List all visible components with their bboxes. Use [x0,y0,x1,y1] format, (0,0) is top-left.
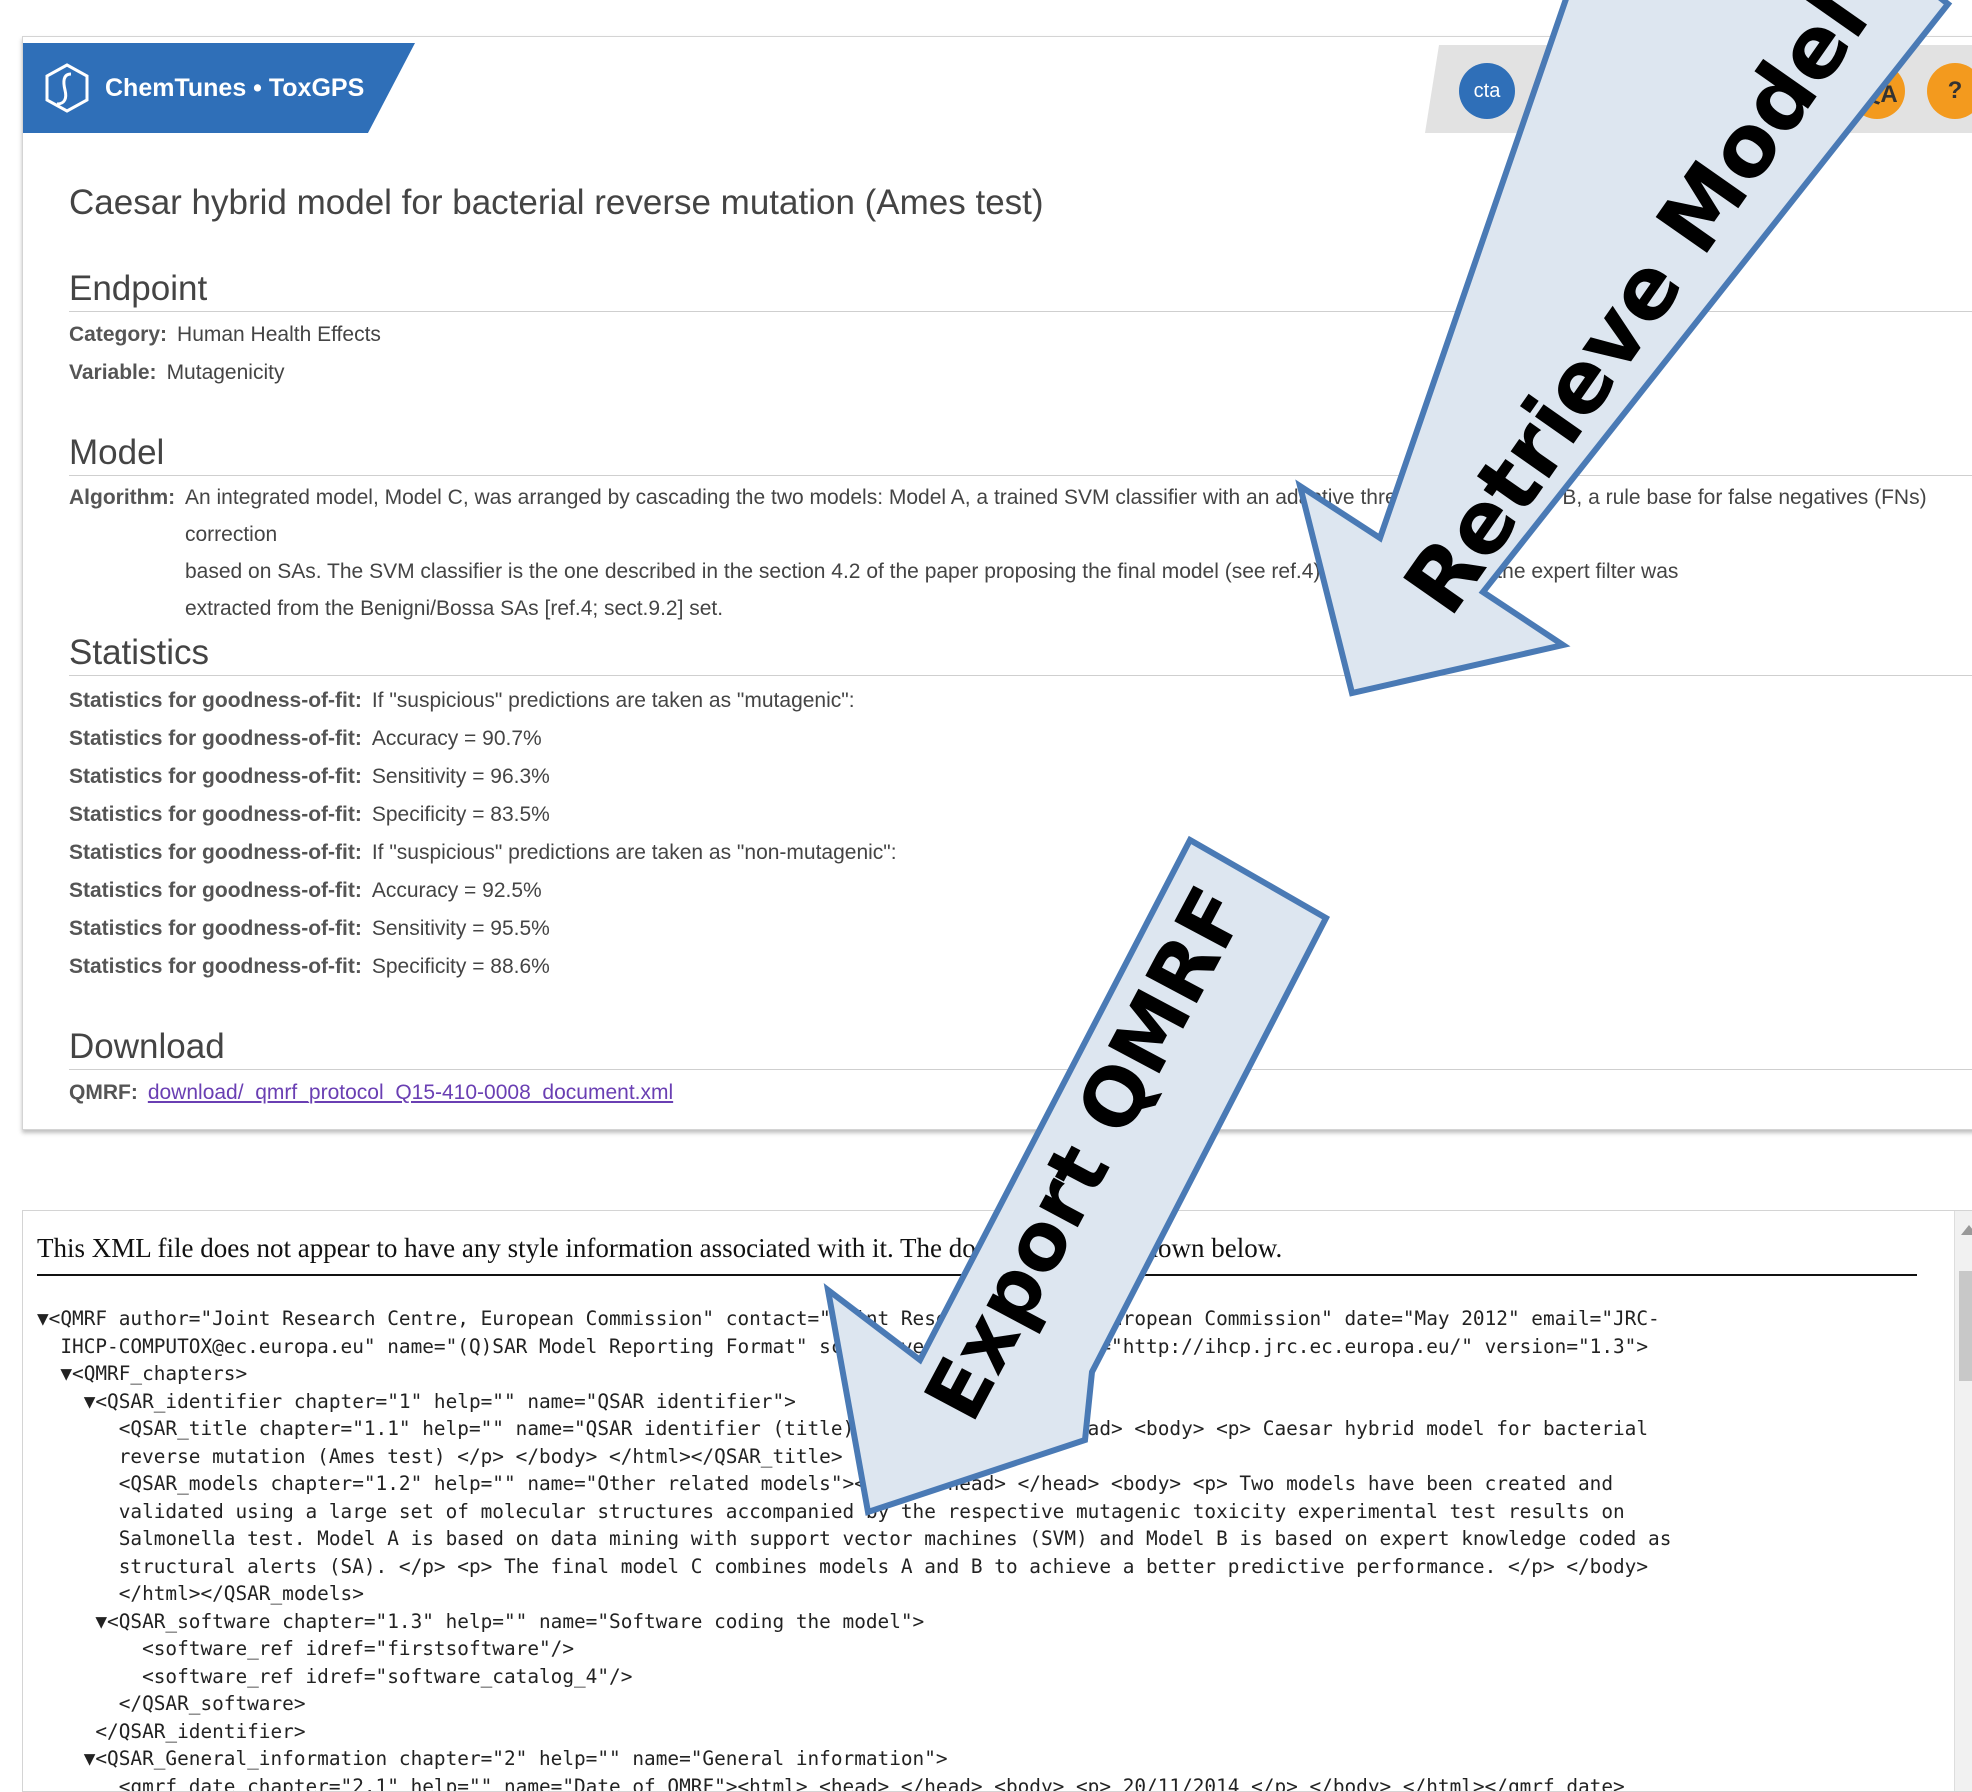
xml-line: <QSAR_title chapter="1.1" help="" name="… [37,1415,1937,1443]
xml-line[interactable]: ▼<QMRF author="Joint Research Centre, Eu… [37,1305,1937,1333]
statistics-heading: Statistics [69,633,1972,676]
category-field: Category: Human Health Effects [69,323,381,347]
stat-value: If "suspicious" predictions are taken as… [372,689,855,712]
xml-line: </QSAR_identifier> [37,1718,1937,1746]
stat-label: Statistics for goodness-of-fit: [69,917,362,940]
algorithm-line: An integrated model, Model C, was arrang… [185,479,1945,553]
xml-line: </html></QSAR_models> [37,1580,1937,1608]
stat-label: Statistics for goodness-of-fit: [69,955,362,978]
stat-row: Statistics for goodness-of-fit: If "suspi… [69,841,897,865]
model-heading: Model [69,433,1972,476]
stat-row: Statistics for goodness-of-fit: Sensitivi… [69,765,550,789]
xml-line[interactable]: ▼<QSAR_General_information chapter="2" h… [37,1745,1937,1773]
xml-line: </QSAR_software> [37,1690,1937,1718]
stat-value: Sensitivity = 96.3% [372,765,550,788]
xml-line: <QSAR_models chapter="1.2" help="" name=… [37,1470,1937,1498]
xml-line: reverse mutation (Ames test) </p> </body… [37,1443,1937,1471]
brand-title: ChemTunes • ToxGPS [105,74,364,103]
xml-line: <qmrf_date chapter="2.1" help="" name="D… [37,1773,1937,1792]
xml-line: <software_ref idref="software_catalog_4"… [37,1663,1937,1691]
xml-line: <software_ref idref="firstsoftware"/> [37,1635,1937,1663]
stat-value: If "suspicious" predictions are taken as… [372,841,897,864]
variable-field: Variable: Mutagenicity [69,361,284,385]
stat-value: Accuracy = 90.7% [372,727,542,750]
stat-value: Accuracy = 92.5% [372,879,542,902]
brand-banner[interactable]: ChemTunes • ToxGPS [23,43,415,133]
category-label: Category: [69,323,167,346]
xml-line: validated using a large set of molecular… [37,1498,1937,1526]
variable-value: Mutagenicity [167,361,285,384]
stat-value: Sensitivity = 95.5% [372,917,550,940]
stat-value: Specificity = 88.6% [372,955,550,978]
page-title: Caesar hybrid model for bacterial revers… [69,183,1044,223]
variable-label: Variable: [69,361,157,384]
stat-label: Statistics for goodness-of-fit: [69,841,362,864]
stat-row: Statistics for goodness-of-fit: Specifici… [69,803,550,827]
stat-label: Statistics for goodness-of-fit: [69,803,362,826]
stat-row: Statistics for goodness-of-fit: If "suspi… [69,689,855,713]
stat-label: Statistics for goodness-of-fit: [69,727,362,750]
xml-line[interactable]: ▼<QSAR_software chapter="1.3" help="" na… [37,1608,1937,1636]
algorithm-label: Algorithm: [69,479,175,516]
qmrf-download-link[interactable]: download/_qmrf_protocol_Q15-410-0008_doc… [148,1081,673,1104]
xml-line[interactable]: ▼<QMRF_chapters> [37,1360,1937,1388]
scroll-thumb[interactable] [1959,1271,1972,1381]
avatar[interactable]: cta [1459,63,1515,119]
translate-icon[interactable]: 文A [1849,63,1905,119]
xml-line[interactable]: ▼<QSAR_identifier chapter="1" help="" na… [37,1388,1937,1416]
stat-row: Statistics for goodness-of-fit: Accuracy … [69,727,542,751]
algorithm-line: based on SAs. The SVM classifier is the … [185,553,1945,590]
algorithm-line: extracted from the Benigni/Bossa SAs [re… [185,590,1945,627]
scroll-up-icon[interactable] [1961,1225,1972,1235]
xml-style-notice: This XML file does not appear to have an… [37,1233,1917,1276]
stat-row: Statistics for goodness-of-fit: Specifici… [69,955,550,979]
xml-viewer-panel: This XML file does not appear to have an… [22,1210,1972,1792]
qmrf-label: QMRF: [69,1081,138,1104]
stat-value: Specificity = 83.5% [372,803,550,826]
category-value: Human Health Effects [177,323,381,346]
stat-row: Statistics for goodness-of-fit: Sensitivi… [69,917,550,941]
qmrf-field: QMRF: download/_qmrf_protocol_Q15-410-000… [69,1081,673,1105]
endpoint-heading: Endpoint [69,269,1972,312]
xml-line: structural alerts (SA). </p> <p> The fin… [37,1553,1937,1581]
username[interactable]: ctadmi [1551,75,1622,103]
xml-line: IHCP-COMPUTOX@ec.europa.eu" name="(Q)SAR… [37,1333,1937,1361]
model-details-panel: ChemTunes • ToxGPS cta ctadmi 文A ? Caesa… [22,36,1972,1130]
stat-label: Statistics for goodness-of-fit: [69,765,362,788]
stat-label: Statistics for goodness-of-fit: [69,689,362,712]
download-heading: Download [69,1027,1972,1070]
algorithm-text: An integrated model, Model C, was arrang… [185,479,1945,627]
stat-label: Statistics for goodness-of-fit: [69,879,362,902]
vertical-scrollbar[interactable] [1954,1211,1972,1791]
chemtunes-logo-icon [41,62,93,114]
xml-tree: ▼<QMRF author="Joint Research Centre, Eu… [37,1305,1937,1792]
stat-row: Statistics for goodness-of-fit: Accuracy … [69,879,542,903]
xml-line: Salmonella test. Model A is based on dat… [37,1525,1937,1553]
